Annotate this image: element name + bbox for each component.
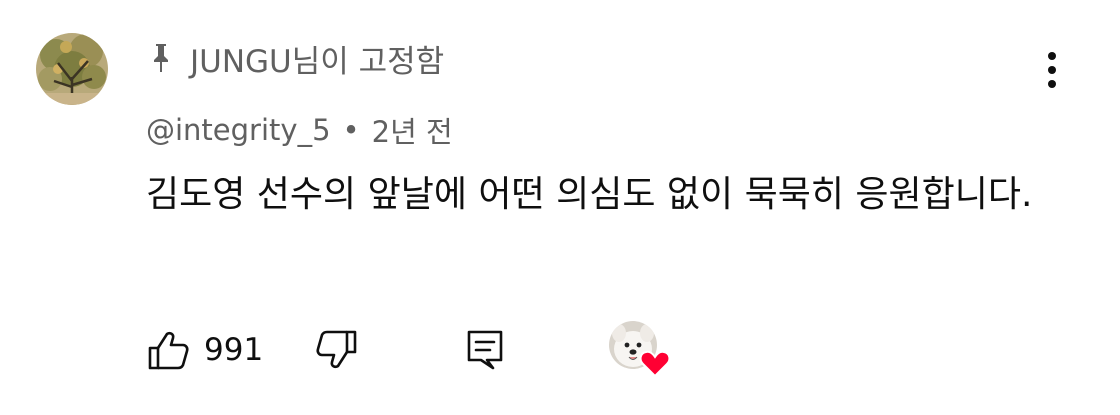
commenter-avatar[interactable] bbox=[36, 33, 108, 105]
creator-heart[interactable] bbox=[609, 321, 673, 379]
like-count: 991 bbox=[204, 332, 264, 368]
reply-icon bbox=[467, 330, 503, 370]
comment-time[interactable]: 2년 전 bbox=[372, 109, 453, 151]
more-options-button[interactable] bbox=[1030, 48, 1074, 92]
reply-button[interactable] bbox=[465, 328, 505, 372]
vertical-dots-icon bbox=[1048, 52, 1056, 88]
tree-avatar-image bbox=[36, 33, 108, 105]
thumbs-up-icon bbox=[148, 331, 189, 370]
thumbs-down-icon bbox=[316, 330, 357, 369]
meta-separator: • bbox=[342, 113, 360, 147]
comment-author[interactable]: @integrity_5 bbox=[146, 113, 331, 147]
comment-meta: @integrity_5 • 2년 전 bbox=[146, 108, 453, 152]
dislike-button[interactable] bbox=[315, 328, 359, 372]
pinned-label: JUNGU님이 고정함 bbox=[190, 43, 445, 80]
pin-icon bbox=[146, 41, 176, 75]
heart-icon bbox=[639, 350, 671, 378]
comment-body: 김도영 선수의 앞날에 어떤 의심도 없이 묵묵히 응원합니다. bbox=[146, 174, 1033, 215]
like-button[interactable]: 991 bbox=[146, 328, 263, 372]
comment-actions: 991 bbox=[146, 321, 673, 379]
pinned-indicator: JUNGU님이 고정함 bbox=[146, 36, 444, 80]
